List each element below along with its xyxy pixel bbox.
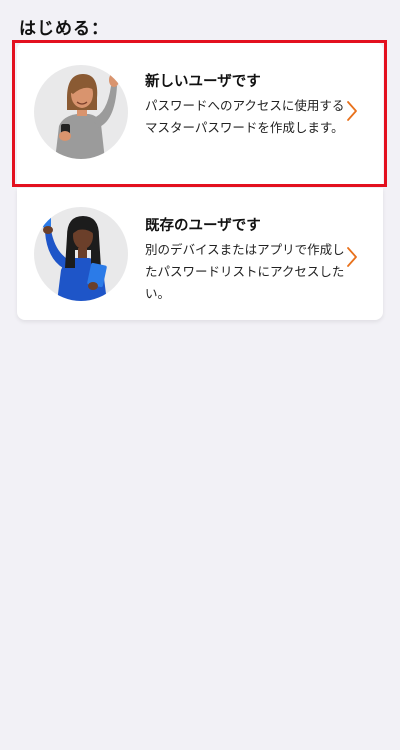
get-started-screen: はじめる： 新しいユーザです パスワードへのアクセスに使用するマスターパスワード… (0, 0, 400, 750)
new-user-title: 新しいユーザです (145, 74, 261, 90)
existing-user-option[interactable]: 既存のユーザです 別のデバイスまたはアプリで作成したパスワードリストにアクセスし… (17, 188, 383, 320)
new-user-description: パスワードへのアクセスに使用するマスターパスワードを作成します。 (145, 98, 345, 135)
page-heading: はじめる： (19, 19, 109, 39)
existing-user-description: 別のデバイスまたはアプリで作成したパスワードリストにアクセスしたい。 (145, 242, 345, 301)
new-user-illustration (33, 64, 129, 160)
new-user-option[interactable]: 新しいユーザです パスワードへのアクセスに使用するマスターパスワードを作成します… (17, 42, 383, 184)
existing-user-title: 既存のユーザです (145, 218, 261, 234)
existing-user-illustration (33, 206, 129, 302)
chevron-right-icon (345, 100, 359, 122)
chevron-right-icon (345, 246, 359, 268)
